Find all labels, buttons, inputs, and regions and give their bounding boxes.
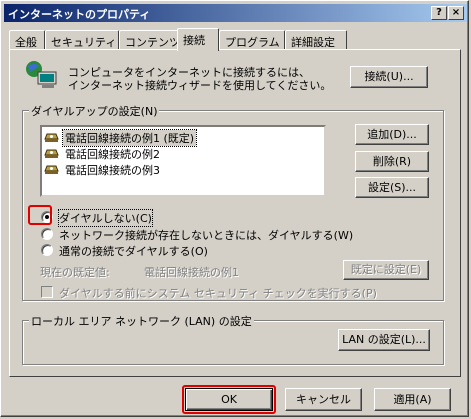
connect-button[interactable]: 接続(U)... xyxy=(350,66,428,88)
highlight-box-ok xyxy=(182,385,276,414)
tab-programs[interactable]: プログラム xyxy=(219,30,285,49)
lan-group-label: ローカル エリア ネットワーク (LAN) の設定 xyxy=(29,313,254,329)
security-check-label[interactable]: ダイヤルする前にシステム セキュリティ チェックを実行する(P) xyxy=(59,285,377,301)
phone-connection-icon xyxy=(44,165,59,174)
phone-connection-icon xyxy=(44,149,59,158)
connections-panel: コンピュータをインターネットに接続するには、 インターネット接続ウィザードを使用… xyxy=(9,49,461,377)
tab-security[interactable]: セキュリティ xyxy=(45,30,119,49)
tab-content[interactable]: コンテンツ xyxy=(119,30,180,49)
tab-connections[interactable]: 接続 xyxy=(177,28,219,51)
current-default-value: 電話回線接続の例1 xyxy=(144,266,239,279)
dialup-list[interactable]: 電話回線接続の例1 (既定) 電話回線接続の例2 電話回線接続の例3 xyxy=(40,125,326,197)
radio-always-dial-label[interactable]: 通常の接続でダイヤルする(O) xyxy=(59,243,208,259)
title-bar[interactable]: インターネットのプロパティ ? × xyxy=(4,4,467,22)
phone-connection-icon xyxy=(44,133,59,142)
radio-dial-when-no-network[interactable] xyxy=(41,228,53,240)
help-button[interactable]: ? xyxy=(431,6,447,20)
radio-always-dial[interactable] xyxy=(41,244,53,256)
apply-button[interactable]: 適用(A) xyxy=(374,388,451,411)
cancel-button[interactable]: キャンセル xyxy=(285,388,362,411)
network-computer-icon xyxy=(26,61,57,88)
connect-text-line2: インターネット接続ウィザードを使用してください。 xyxy=(68,79,332,92)
add-button[interactable]: 追加(D)... xyxy=(355,124,429,145)
set-default-button[interactable]: 既定に設定(E) xyxy=(343,260,429,280)
security-check-checkbox[interactable] xyxy=(41,286,53,298)
delete-button[interactable]: 削除(R) xyxy=(355,151,429,172)
tab-general[interactable]: 全般 xyxy=(9,30,45,49)
settings-button[interactable]: 設定(S)... xyxy=(355,177,429,198)
list-item-label: 電話回線接続の例3 xyxy=(65,164,160,177)
close-button[interactable]: × xyxy=(448,6,464,20)
radio-dial-when-no-network-label[interactable]: ネットワーク接続が存在しないときには、ダイヤルする(W) xyxy=(59,227,353,243)
dialup-group-label: ダイヤルアップの設定(N) xyxy=(29,103,160,119)
list-item-label: 電話回線接続の例2 xyxy=(65,148,160,161)
tab-advanced[interactable]: 詳細設定 xyxy=(285,30,347,49)
lan-settings-button[interactable]: LAN の設定(L)... xyxy=(338,329,430,351)
list-item-label: 電話回線接続の例1 (既定) xyxy=(61,129,198,147)
highlight-box-radio xyxy=(28,205,52,225)
radio-never-dial-label[interactable]: ダイヤルしない(C) xyxy=(58,209,153,227)
window-title: インターネットのプロパティ xyxy=(8,8,151,21)
current-default-label: 現在の既定値: xyxy=(40,266,110,279)
properties-dialog: インターネットのプロパティ ? × 全般 セキュリティ コンテンツ 接続 プログ… xyxy=(0,0,469,417)
